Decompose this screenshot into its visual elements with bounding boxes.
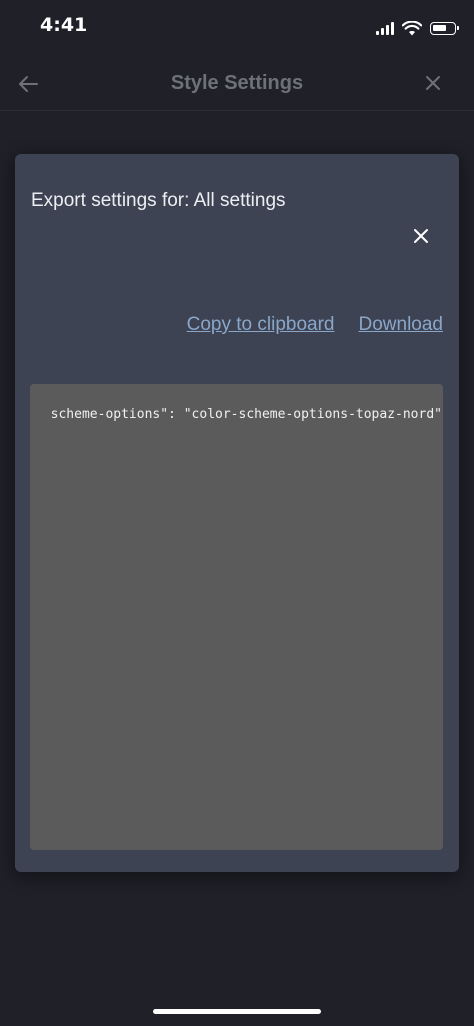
modal-title: Export settings for: All settings	[31, 190, 286, 211]
status-icons	[376, 18, 459, 38]
modal-close-button[interactable]	[411, 226, 431, 246]
status-bar: 4:41	[0, 0, 474, 58]
code-text: scheme-options": "color-scheme-options-t…	[50, 407, 442, 422]
wifi-icon	[402, 20, 422, 35]
export-settings-modal: Export settings for: All settings Copy t…	[15, 154, 459, 872]
header-close-button[interactable]	[422, 72, 444, 94]
page-title: Style Settings	[170, 72, 304, 94]
copy-to-clipboard-link[interactable]: Copy to clipboard	[187, 314, 335, 336]
close-icon	[426, 76, 440, 90]
download-link[interactable]: Download	[359, 314, 444, 336]
settings-json-textarea[interactable]: scheme-options": "color-scheme-options-t…	[30, 384, 443, 850]
home-indicator	[153, 1009, 321, 1014]
close-icon	[414, 229, 428, 243]
status-time: 4:41	[40, 14, 88, 36]
signal-icon	[376, 21, 394, 35]
header: Style Settings	[0, 58, 474, 111]
modal-actions: Copy to clipboard Download	[187, 314, 443, 336]
battery-icon	[430, 21, 459, 35]
